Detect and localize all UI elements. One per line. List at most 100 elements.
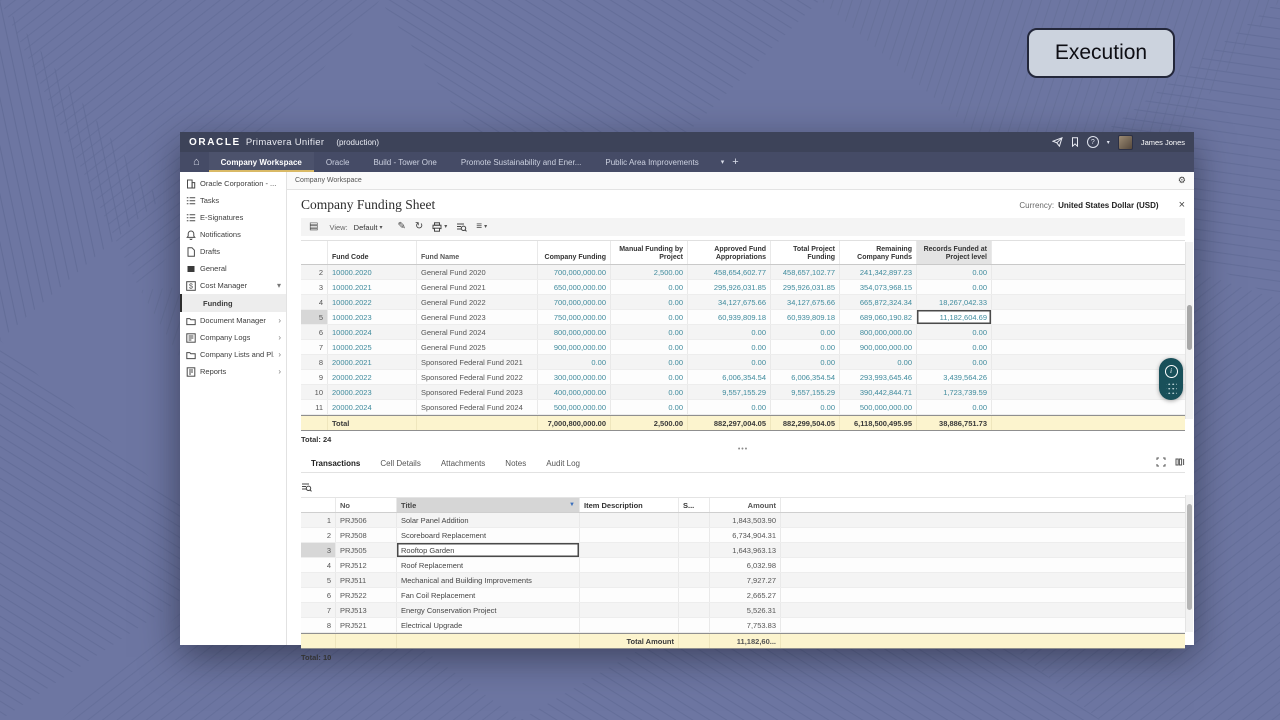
item-description-cell[interactable]	[580, 528, 679, 542]
total-project-funding-cell[interactable]: 60,939,809.18	[771, 310, 840, 324]
app-grid-icon[interactable]	[1165, 380, 1177, 394]
row-number-cell[interactable]: 4	[301, 295, 328, 309]
records-funded-cell[interactable]: 1,723,739.59	[917, 385, 992, 399]
sidebar-item[interactable]: Company Logs ›	[180, 329, 286, 346]
fund-name-cell[interactable]: Sponsored Federal Fund 2023	[417, 385, 538, 399]
funding-table-row[interactable]: 6 10000.2024 General Fund 2024 800,000,0…	[301, 325, 1185, 340]
total-project-funding-cell[interactable]: 0.00	[771, 355, 840, 369]
fund-code-cell[interactable]: 20000.2022	[328, 370, 417, 384]
transaction-title-cell[interactable]: Electrical Upgrade	[397, 618, 580, 632]
records-funded-cell[interactable]: 0.00	[917, 325, 992, 339]
sidebar-item[interactable]: Drafts	[180, 243, 286, 260]
manual-funding-cell[interactable]: 0.00	[611, 400, 688, 414]
assistant-widget[interactable]: i	[1159, 358, 1183, 400]
company-funding-cell[interactable]: 900,000,000.00	[538, 340, 611, 354]
col-status[interactable]: S...	[679, 498, 710, 512]
status-cell[interactable]	[679, 588, 710, 602]
sidebar-item[interactable]: Funding	[180, 294, 286, 312]
transaction-row[interactable]: 6 PRJ522 Fan Coil Replacement 2,665.27	[301, 588, 1185, 603]
approved-appropriations-cell[interactable]: 0.00	[688, 355, 771, 369]
manual-funding-cell[interactable]: 0.00	[611, 325, 688, 339]
amount-cell[interactable]: 6,734,904.31	[710, 528, 781, 542]
col-no[interactable]: No	[336, 498, 397, 512]
fund-code-cell[interactable]: 10000.2020	[328, 265, 417, 279]
splitter-handle[interactable]: •••	[301, 444, 1185, 454]
amount-cell[interactable]: 5,526.31	[710, 603, 781, 617]
transactions-table-header[interactable]: No Title ▼ Item Description S... Amount	[301, 497, 1185, 513]
approved-appropriations-cell[interactable]: 458,654,602.77	[688, 265, 771, 279]
help-icon[interactable]: ?	[1086, 136, 1099, 148]
col-company-funding[interactable]: Company Funding	[538, 241, 611, 264]
transaction-title-cell[interactable]: Scoreboard Replacement	[397, 528, 580, 542]
approved-appropriations-cell[interactable]: 295,926,031.85	[688, 280, 771, 294]
row-number-cell[interactable]: 9	[301, 370, 328, 384]
total-project-funding-cell[interactable]: 458,657,102.77	[771, 265, 840, 279]
transactions-scrollbar-thumb[interactable]	[1187, 504, 1192, 610]
col-title[interactable]: Title ▼	[397, 498, 580, 512]
manual-funding-cell[interactable]: 2,500.00	[611, 265, 688, 279]
transaction-no-cell[interactable]: PRJ522	[336, 588, 397, 602]
col-records-funded[interactable]: Records Funded at Project level	[917, 241, 992, 264]
funding-table-row[interactable]: 4 10000.2022 General Fund 2022 700,000,0…	[301, 295, 1185, 310]
funding-table-row[interactable]: 10 20000.2023 Sponsored Federal Fund 202…	[301, 385, 1185, 400]
transaction-row[interactable]: 2 PRJ508 Scoreboard Replacement 6,734,90…	[301, 528, 1185, 543]
company-funding-cell[interactable]: 700,000,000.00	[538, 265, 611, 279]
row-number-cell[interactable]: 8	[301, 355, 328, 369]
col-item-description[interactable]: Item Description	[580, 498, 679, 512]
transaction-title-cell[interactable]: Mechanical and Building Improvements	[397, 573, 580, 587]
status-cell[interactable]	[679, 543, 710, 557]
close-icon[interactable]: ×	[1179, 199, 1185, 211]
row-number-cell[interactable]: 10	[301, 385, 328, 399]
amount-cell[interactable]: 6,032.98	[710, 558, 781, 572]
remaining-funds-cell[interactable]: 390,442,844.71	[840, 385, 917, 399]
status-cell[interactable]	[679, 603, 710, 617]
records-funded-cell[interactable]: 0.00	[917, 355, 992, 369]
col-manual-funding[interactable]: Manual Funding by Project	[611, 241, 688, 264]
manual-funding-cell[interactable]: 0.00	[611, 310, 688, 324]
transaction-row[interactable]: 5 PRJ511 Mechanical and Building Improve…	[301, 573, 1185, 588]
item-description-cell[interactable]	[580, 543, 679, 557]
company-funding-cell[interactable]: 500,000,000.00	[538, 400, 611, 414]
transactions-scrollbar[interactable]	[1185, 495, 1193, 632]
company-funding-cell[interactable]: 300,000,000.00	[538, 370, 611, 384]
bottom-panel-tab[interactable]: Cell Details	[370, 459, 430, 468]
records-funded-cell[interactable]: 18,267,042.33	[917, 295, 992, 309]
remaining-funds-cell[interactable]: 665,872,324.34	[840, 295, 917, 309]
item-description-cell[interactable]	[580, 558, 679, 572]
grid-view-icon[interactable]: ▤	[309, 222, 318, 232]
transaction-title-cell[interactable]: Energy Conservation Project	[397, 603, 580, 617]
col-fund-name[interactable]: Fund Name	[417, 241, 538, 264]
transaction-row[interactable]: 4 PRJ512 Roof Replacement 6,032.98	[301, 558, 1185, 573]
fund-code-cell[interactable]: 10000.2024	[328, 325, 417, 339]
col-remaining-funds[interactable]: Remaining Company Funds	[840, 241, 917, 264]
fund-name-cell[interactable]: General Fund 2025	[417, 340, 538, 354]
company-funding-cell[interactable]: 700,000,000.00	[538, 295, 611, 309]
row-number-cell[interactable]: 2	[301, 528, 336, 542]
item-description-cell[interactable]	[580, 573, 679, 587]
row-number-cell[interactable]: 1	[301, 513, 336, 527]
row-number-cell[interactable]: 5	[301, 573, 336, 587]
sidebar-item[interactable]: General	[180, 260, 286, 277]
records-funded-cell[interactable]: 11,182,604.69	[917, 310, 992, 324]
row-number-cell[interactable]: 6	[301, 588, 336, 602]
find-icon[interactable]	[456, 222, 468, 232]
funding-table-row[interactable]: 8 20000.2021 Sponsored Federal Fund 2021…	[301, 355, 1185, 370]
company-funding-cell[interactable]: 650,000,000.00	[538, 280, 611, 294]
remaining-funds-cell[interactable]: 293,993,645.46	[840, 370, 917, 384]
transaction-row[interactable]: 8 PRJ521 Electrical Upgrade 7,753.83	[301, 618, 1185, 633]
info-icon[interactable]: i	[1164, 364, 1178, 378]
row-number-cell[interactable]: 7	[301, 603, 336, 617]
nav-tab[interactable]: Company Workspace	[208, 152, 314, 172]
approved-appropriations-cell[interactable]: 0.00	[688, 400, 771, 414]
remaining-funds-cell[interactable]: 800,000,000.00	[840, 325, 917, 339]
manual-funding-cell[interactable]: 0.00	[611, 385, 688, 399]
status-cell[interactable]	[679, 618, 710, 632]
amount-cell[interactable]: 2,665.27	[710, 588, 781, 602]
fund-code-cell[interactable]: 10000.2023	[328, 310, 417, 324]
funding-scrollbar[interactable]	[1185, 242, 1193, 419]
bottom-panel-tab[interactable]: Notes	[495, 459, 536, 468]
row-number-cell[interactable]: 6	[301, 325, 328, 339]
company-funding-cell[interactable]: 400,000,000.00	[538, 385, 611, 399]
company-funding-cell[interactable]: 0.00	[538, 355, 611, 369]
total-project-funding-cell[interactable]: 0.00	[771, 340, 840, 354]
